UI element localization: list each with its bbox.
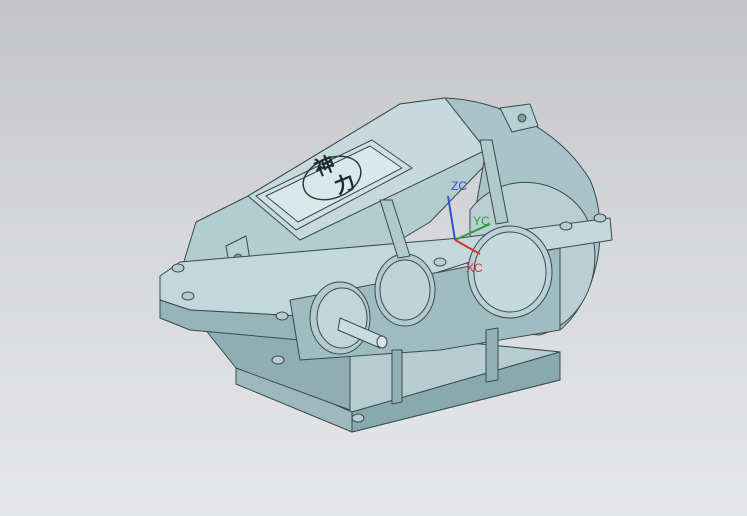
rib-bottom-2 [485, 327, 499, 383]
rib-bottom-1 [391, 349, 403, 405]
zc-axis-label: ZC [451, 179, 467, 193]
base-bolt [271, 355, 285, 365]
flange-bolt [171, 263, 185, 273]
lug-hole-right [517, 113, 527, 123]
flange-bolt [433, 257, 447, 267]
graphics-viewport[interactable]: 神 力 ZC YC XC [0, 0, 747, 516]
input-shaft-end [376, 335, 388, 349]
xc-axis-label: XC [466, 261, 483, 275]
yc-axis-label: YC [473, 214, 490, 228]
zc-axis [447, 195, 456, 241]
flange-bolt [559, 221, 573, 231]
flange-bolt [593, 213, 607, 223]
flange-bolt [181, 291, 195, 301]
gearbox-model[interactable]: 神 力 [0, 0, 747, 516]
flange-bolt [275, 311, 289, 321]
base-bolt [351, 413, 365, 423]
large-bearing-cover [473, 231, 547, 313]
middle-bearing-cover [379, 259, 431, 321]
